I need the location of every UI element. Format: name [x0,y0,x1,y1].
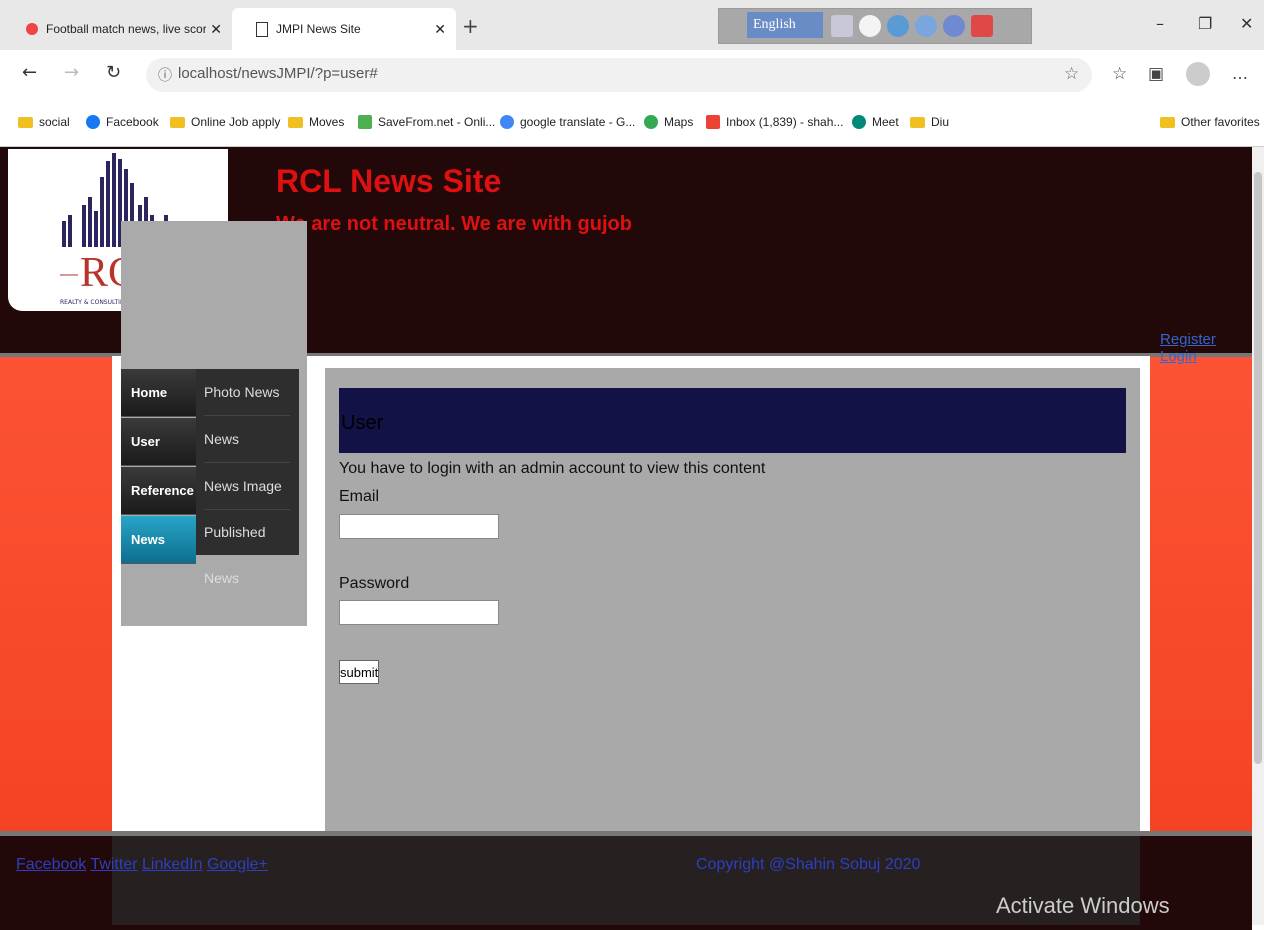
password-label: Password [339,575,410,592]
site-tagline: We are not neutral. We are with gujob [276,213,632,235]
folder-icon [170,116,185,128]
tab-title: Football match news, live score ( [46,22,206,36]
settings-icon[interactable] [887,15,909,37]
footer-overlay [112,836,1140,925]
login-required-message: You have to login with an admin account … [339,460,766,477]
star-icon[interactable]: ☆ [1064,64,1079,84]
avatar[interactable] [1186,62,1210,86]
google-icon [500,115,514,129]
folder-icon [18,116,33,128]
folder-icon [288,116,303,128]
toolbar-icon[interactable] [831,15,853,37]
bookmark-moves[interactable]: Moves [288,115,344,129]
refresh-icon[interactable]: ↻ [106,62,121,83]
linkedin-link[interactable]: LinkedIn [142,856,203,873]
googleplus-link[interactable]: Google+ [207,856,268,873]
tab-football[interactable]: Football match news, live score ( ✕ [0,8,232,50]
social-links: Facebook Twitter LinkedIn Google+ [16,856,268,874]
info-icon[interactable]: ⓘ [158,65,172,85]
restore-icon[interactable]: ❐ [1198,14,1212,33]
news-submenu: Photo News News News Image Published New… [196,369,299,586]
maps-icon [644,115,658,129]
facebook-link[interactable]: Facebook [16,856,86,873]
bookmark-social[interactable]: social [18,115,70,129]
bookmark-facebook[interactable]: Facebook [86,115,159,129]
favorites-icon[interactable]: ☆ [1112,64,1127,84]
close-toolbar-icon[interactable] [971,15,993,37]
mouse-icon[interactable] [859,15,881,37]
bookmark-other-favorites[interactable]: Other favorites [1160,115,1260,129]
folder-icon [1160,116,1175,128]
submenu-news-image[interactable]: News Image [204,463,290,510]
url-field[interactable]: localhost/newsJMPI/?p=user# [178,65,378,82]
meet-icon [852,115,866,129]
nav-news[interactable]: News [121,516,196,564]
page-heading-bar [339,388,1126,453]
plus-icon[interactable]: + [462,14,479,38]
bookmark-diu[interactable]: Diu [910,115,949,129]
globe-icon[interactable] [915,15,937,37]
submit-button[interactable]: submit [339,660,379,684]
gmail-icon [706,115,720,129]
bookmark-gmail[interactable]: Inbox (1,839) - shah... [706,115,843,129]
bookmark-online-job-apply[interactable]: Online Job apply [170,115,280,129]
download-icon [358,115,372,129]
tab-title: JMPI News Site [276,22,361,36]
bookmark-meet[interactable]: Meet [852,115,899,129]
bookmark-google-translate[interactable]: google translate - G... [500,115,635,129]
bookmark-savefrom[interactable]: SaveFrom.net - Onli... [358,115,495,129]
activate-windows-watermark: Activate Windows [996,893,1170,918]
back-icon[interactable]: ← [22,62,37,83]
sports-favicon-icon [26,23,38,35]
collections-icon[interactable]: ▣ [1148,64,1164,84]
forward-icon[interactable]: → [64,62,79,83]
bookmark-maps[interactable]: Maps [644,115,693,129]
facebook-icon [86,115,100,129]
minimize-icon[interactable]: – [1156,14,1164,33]
page-favicon-icon [256,21,268,37]
nav-home[interactable]: Home [121,369,196,417]
close-tab-icon[interactable]: ✕ [434,21,446,38]
login-link[interactable]: Login [1160,348,1197,365]
site-title: RCL News Site [276,163,502,199]
nav-user[interactable]: User [121,418,196,466]
tab-jmpi[interactable]: JMPI News Site ✕ [232,8,456,50]
twitter-link[interactable]: Twitter [90,856,137,873]
more-icon[interactable]: … [1232,64,1248,83]
nav-reference[interactable]: Reference [121,467,196,515]
password-field[interactable] [339,600,499,625]
close-tab-icon[interactable]: ✕ [210,21,222,38]
language-select[interactable]: English [747,12,823,38]
submenu-news[interactable]: News [204,416,290,463]
page-title: User [341,412,384,434]
close-icon[interactable]: ✕ [1240,14,1253,33]
folder-icon [910,116,925,128]
submenu-photo-news[interactable]: Photo News [204,369,290,416]
copyright-text: Copyright @Shahin Sobuj 2020 [696,856,921,873]
language-toolbar: English [718,8,1032,44]
help-icon[interactable] [943,15,965,37]
scrollbar-thumb[interactable] [1254,172,1262,764]
submenu-published-news[interactable]: Published News [204,509,290,586]
auth-links: Register Login [1160,331,1252,365]
register-link[interactable]: Register [1160,331,1216,348]
email-label: Email [339,488,380,505]
email-field[interactable] [339,514,499,539]
